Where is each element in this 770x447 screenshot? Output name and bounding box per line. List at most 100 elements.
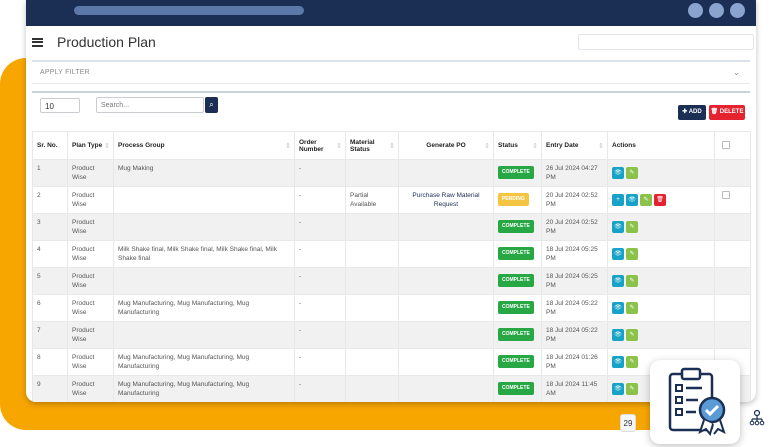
view-icon[interactable]: 👁: [612, 383, 624, 395]
edit-icon[interactable]: ✎: [626, 329, 638, 341]
trash-icon[interactable]: 🗑: [654, 194, 666, 206]
cell-material-status: [345, 240, 399, 268]
nav-circle-3-icon[interactable]: [730, 3, 745, 18]
add-button[interactable]: ✚ ADD: [678, 105, 706, 120]
cell-select: [714, 240, 751, 268]
cell-plan-type: Product Wise: [67, 321, 114, 349]
view-icon[interactable]: 👁: [612, 248, 624, 260]
view-icon[interactable]: 👁: [612, 329, 624, 341]
cell-plan-type: Product Wise: [67, 267, 114, 295]
cell-order-number: -: [294, 348, 346, 376]
search-button[interactable]: ⌕: [205, 97, 218, 113]
generate-po-link[interactable]: [398, 321, 494, 349]
col-header-process-group[interactable]: Process Group: [113, 131, 295, 160]
apply-filter-accordion[interactable]: APPLY FILTER ⌄: [32, 60, 750, 84]
cell-order-number: -: [294, 240, 346, 268]
cell-order-number: -: [294, 213, 346, 241]
search-icon: ⌕: [209, 100, 214, 109]
row-checkbox[interactable]: [722, 191, 730, 199]
page-length-select[interactable]: 10: [40, 98, 80, 113]
generate-po-link[interactable]: [398, 240, 494, 268]
cell-sr-no: 3: [32, 213, 68, 241]
add-item-button[interactable]: +: [612, 194, 624, 206]
view-icon[interactable]: 👁: [626, 194, 638, 206]
col-header-sr-no[interactable]: Sr. No.: [32, 131, 68, 160]
view-icon[interactable]: 👁: [612, 356, 624, 368]
cell-select: [714, 267, 751, 295]
cell-plan-type: Product Wise: [67, 294, 114, 322]
table-body: 1 Product Wise Mug Making - COMPLETE 26 Jul 2…: [32, 159, 751, 402]
edit-icon[interactable]: ✎: [626, 302, 638, 314]
generate-po-link[interactable]: [398, 348, 494, 376]
cell-sr-no: 4: [32, 240, 68, 268]
cell-order-number: -: [294, 186, 346, 214]
col-header-plan-type[interactable]: Plan Type: [67, 131, 114, 160]
edit-icon[interactable]: ✎: [626, 275, 638, 287]
generate-po-link[interactable]: [398, 375, 494, 402]
view-icon[interactable]: 👁: [612, 167, 624, 179]
cell-process-group: Mug Manufacturing, Mug Manufacturing, Mu…: [113, 375, 295, 402]
header-search-box[interactable]: [578, 34, 754, 50]
nav-circle-2-icon[interactable]: [709, 3, 724, 18]
edit-icon[interactable]: ✎: [626, 221, 638, 233]
nav-circle-1-icon[interactable]: [688, 3, 703, 18]
edit-icon[interactable]: ✎: [640, 194, 652, 206]
cell-material-status: [345, 348, 399, 376]
cell-process-group: Mug Manufacturing, Mug Manufacturing, Mu…: [113, 348, 295, 376]
table-row: 1 Product Wise Mug Making - COMPLETE 26 Jul 2…: [32, 159, 751, 187]
cell-status: COMPLETE: [493, 240, 542, 268]
generate-po-link[interactable]: [398, 159, 494, 187]
status-badge: COMPLETE: [498, 355, 534, 368]
generate-po-link[interactable]: [398, 294, 494, 322]
search-input[interactable]: Search...: [96, 97, 204, 113]
cell-entry-date: 20 Jul 2024 02:52 PM: [541, 213, 608, 241]
nav-search-pill[interactable]: [74, 6, 304, 15]
cell-order-number: -: [294, 321, 346, 349]
edit-icon[interactable]: ✎: [626, 167, 638, 179]
col-header-order-number[interactable]: Order Number: [294, 131, 346, 160]
col-header-material-status[interactable]: Material Status: [345, 131, 399, 160]
cell-material-status: [345, 267, 399, 295]
notification-badge[interactable]: 29: [620, 414, 636, 432]
generate-po-link[interactable]: [398, 267, 494, 295]
edit-icon[interactable]: ✎: [626, 248, 638, 260]
org-chart-icon[interactable]: [747, 408, 767, 428]
status-badge: COMPLETE: [498, 301, 534, 314]
top-nav-bar: [26, 0, 756, 26]
cell-material-status: [345, 375, 399, 402]
cell-select: [714, 294, 751, 322]
status-badge: COMPLETE: [498, 382, 534, 395]
hamburger-menu-icon[interactable]: [32, 37, 43, 47]
cell-select: [714, 186, 751, 214]
table-row: 3 Product Wise - COMPLETE 20 Jul 2024 02:52 …: [32, 213, 751, 241]
cell-status: PENDING: [493, 186, 542, 214]
select-all-checkbox[interactable]: [722, 140, 730, 149]
cell-actions: 👁 ✎: [607, 294, 715, 322]
data-panel: 10 Search... ⌕ ✚ ADD 🗑 DELETE Sr. No. Pl…: [32, 91, 751, 402]
edit-icon[interactable]: ✎: [626, 383, 638, 395]
cell-plan-type: Product Wise: [67, 240, 114, 268]
view-icon[interactable]: 👁: [612, 221, 624, 233]
generate-po-link[interactable]: [398, 213, 494, 241]
col-header-generate-po[interactable]: Generate PO: [398, 131, 494, 160]
status-badge: COMPLETE: [498, 247, 534, 260]
page-header: Production Plan: [26, 26, 756, 58]
view-icon[interactable]: 👁: [612, 302, 624, 314]
col-header-status[interactable]: Status: [493, 131, 542, 160]
cell-entry-date: 20 Jul 2024 02:52 PM: [541, 186, 608, 214]
delete-button[interactable]: 🗑 DELETE: [709, 105, 745, 120]
chevron-down-icon[interactable]: ⌄: [733, 68, 740, 77]
cell-plan-type: Product Wise: [67, 348, 114, 376]
edit-icon[interactable]: ✎: [626, 356, 638, 368]
col-header-select-all: [714, 131, 751, 160]
cell-status: COMPLETE: [493, 348, 542, 376]
cell-status: COMPLETE: [493, 321, 542, 349]
generate-po-link[interactable]: Purchase Raw Material Request: [398, 186, 494, 214]
cell-status: COMPLETE: [493, 213, 542, 241]
col-header-entry-date[interactable]: Entry Date: [541, 131, 608, 160]
cell-process-group: [113, 213, 295, 241]
cell-material-status: [345, 294, 399, 322]
cell-sr-no: 9: [32, 375, 68, 402]
view-icon[interactable]: 👁: [612, 275, 624, 287]
stage: Production Plan APPLY FILTER ⌄ 10 Search…: [0, 0, 770, 447]
